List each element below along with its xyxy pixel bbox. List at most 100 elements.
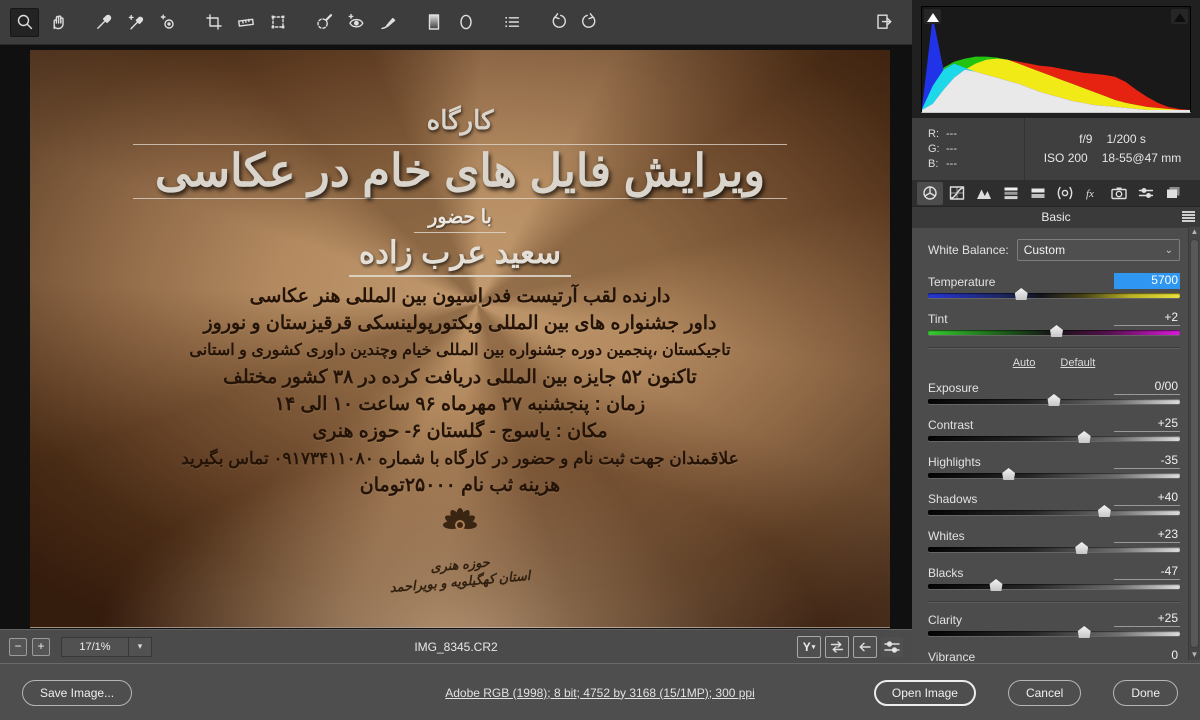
tab-tone-curve[interactable] bbox=[944, 182, 970, 205]
radial-filter-tool-icon[interactable] bbox=[452, 9, 479, 36]
tab-presets[interactable] bbox=[1133, 182, 1159, 205]
image-canvas[interactable]: کارگاه ویرایش فایل های خام در عکاسی با ح… bbox=[0, 45, 912, 630]
slider-temperature: Temperature5700 bbox=[928, 273, 1180, 298]
panel-title: Basic bbox=[912, 206, 1200, 228]
workflow-options-link[interactable]: Adobe RGB (1998); 8 bit; 4752 by 3168 (1… bbox=[445, 686, 755, 700]
clarity-slider-thumb[interactable] bbox=[1077, 626, 1091, 638]
rotate-left-tool-icon[interactable] bbox=[544, 9, 571, 36]
tab-camera-calibration[interactable] bbox=[1106, 182, 1132, 205]
poster-body-text: دارنده لقب آرتیست فدراسیون بین المللی هن… bbox=[30, 283, 890, 499]
contrast-value[interactable]: +25 bbox=[1114, 416, 1180, 432]
save-image-button[interactable]: Save Image... bbox=[22, 680, 132, 706]
shadows-value[interactable]: +40 bbox=[1114, 490, 1180, 506]
shadows-label: Shadows bbox=[928, 492, 977, 506]
zoom-out-button[interactable]: − bbox=[9, 638, 27, 656]
auto-link[interactable]: Auto bbox=[1013, 357, 1036, 369]
lens-value: 18-55@47 mm bbox=[1102, 151, 1182, 165]
done-button[interactable]: Done bbox=[1113, 680, 1178, 706]
tint-value[interactable]: +2 bbox=[1114, 310, 1180, 326]
tab-basic[interactable] bbox=[917, 182, 943, 205]
contrast-slider-thumb[interactable] bbox=[1077, 431, 1091, 443]
swap-before-after-button[interactable] bbox=[825, 636, 849, 658]
scrollbar-thumb[interactable] bbox=[1190, 239, 1199, 648]
poster-title: ویرایش فایل های خام در عکاسی bbox=[30, 147, 890, 194]
default-link[interactable]: Default bbox=[1060, 357, 1095, 369]
cancel-button[interactable]: Cancel bbox=[1008, 680, 1081, 706]
g-value: --- bbox=[946, 143, 957, 155]
blacks-value[interactable]: -47 bbox=[1114, 564, 1180, 580]
rotate-right-tool-icon[interactable] bbox=[576, 9, 603, 36]
preferences-tool-icon[interactable] bbox=[498, 9, 525, 36]
preview-mode-button[interactable]: Y▾ bbox=[797, 636, 821, 658]
zoom-in-button[interactable]: + bbox=[32, 638, 50, 656]
scroll-up-icon[interactable]: ▲ bbox=[1189, 227, 1200, 237]
tint-slider-track[interactable] bbox=[928, 330, 1180, 335]
slider-whites: Whites +23 bbox=[928, 527, 1180, 552]
shadows-slider-thumb[interactable] bbox=[1097, 505, 1111, 517]
slider-contrast: Contrast+25 bbox=[928, 416, 1180, 441]
blacks-slider-thumb[interactable] bbox=[989, 579, 1003, 591]
clarity-slider-track[interactable] bbox=[928, 631, 1180, 636]
raw-photo-preview[interactable]: کارگاه ویرایش فایل های خام در عکاسی با ح… bbox=[30, 50, 890, 628]
tab-hsl-grayscale[interactable] bbox=[998, 182, 1024, 205]
image-info-row: R:--- G:--- B:--- f/91/200 s ISO 20018-5… bbox=[912, 118, 1200, 180]
section-divider bbox=[928, 601, 1180, 603]
red-eye-tool-icon[interactable] bbox=[342, 9, 369, 36]
graduated-filter-tool-icon[interactable] bbox=[420, 9, 447, 36]
temperature-value[interactable]: 5700 bbox=[1114, 273, 1180, 289]
straighten-tool-icon[interactable] bbox=[232, 9, 259, 36]
exposure-value[interactable]: 0/00 bbox=[1114, 379, 1180, 395]
exposure-slider-thumb[interactable] bbox=[1047, 394, 1061, 406]
targeted-adjustment-tool-icon[interactable] bbox=[154, 9, 181, 36]
tab-detail[interactable] bbox=[971, 182, 997, 205]
panel-title-label: Basic bbox=[1041, 210, 1070, 224]
color-sampler-tool-icon[interactable] bbox=[122, 9, 149, 36]
white-balance-tool-icon[interactable] bbox=[90, 9, 117, 36]
scroll-down-icon[interactable]: ▼ bbox=[1189, 650, 1200, 660]
panel-menu-icon[interactable] bbox=[1182, 211, 1195, 223]
tab-effects[interactable]: fx bbox=[1079, 182, 1105, 205]
histogram bbox=[921, 6, 1191, 113]
toggle-fullscreen-icon[interactable] bbox=[870, 9, 897, 36]
temperature-slider-thumb[interactable] bbox=[1014, 288, 1028, 300]
tab-lens-corrections[interactable] bbox=[1052, 182, 1078, 205]
copy-settings-button[interactable] bbox=[853, 636, 877, 658]
b-value: --- bbox=[946, 158, 957, 170]
slider-clarity: Clarity+25 bbox=[928, 611, 1180, 636]
vibrance-value[interactable]: 0 bbox=[1114, 648, 1180, 664]
panel-scrollbar[interactable]: ▲ ▼ bbox=[1188, 227, 1200, 660]
highlights-value[interactable]: -35 bbox=[1114, 453, 1180, 469]
exposure-slider-track[interactable] bbox=[928, 399, 1180, 404]
clarity-value[interactable]: +25 bbox=[1114, 611, 1180, 627]
zoom-level-dropdown[interactable]: ▾ bbox=[129, 637, 152, 657]
crop-tool-icon[interactable] bbox=[200, 9, 227, 36]
preview-preferences-icon[interactable] bbox=[881, 637, 903, 657]
tab-split-toning[interactable] bbox=[1025, 182, 1051, 205]
white-balance-select[interactable]: Custom ⌄ bbox=[1017, 239, 1180, 261]
highlights-slider-track[interactable] bbox=[928, 473, 1180, 478]
slider-highlights: Highlights -35 bbox=[928, 453, 1180, 478]
adjustment-brush-tool-icon[interactable] bbox=[374, 9, 401, 36]
contrast-slider-track[interactable] bbox=[928, 436, 1180, 441]
blacks-slider-track[interactable] bbox=[928, 584, 1180, 589]
zoom-tool-icon[interactable] bbox=[10, 8, 39, 37]
tint-slider-thumb[interactable] bbox=[1050, 325, 1064, 337]
zoom-level-value[interactable]: 17/1% bbox=[61, 637, 129, 657]
highlights-slider-thumb[interactable] bbox=[1002, 468, 1016, 480]
highlights-label: Highlights bbox=[928, 455, 981, 469]
open-image-button[interactable]: Open Image bbox=[874, 680, 976, 706]
spot-removal-tool-icon[interactable] bbox=[310, 9, 337, 36]
whites-slider-thumb[interactable] bbox=[1075, 542, 1089, 554]
tab-snapshots[interactable] bbox=[1160, 182, 1186, 205]
slider-exposure: Exposure0/00 bbox=[928, 379, 1180, 404]
whites-label: Whites bbox=[928, 529, 965, 543]
blacks-label: Blacks bbox=[928, 566, 963, 580]
shadow-clipping-indicator[interactable] bbox=[924, 9, 941, 24]
hand-tool-icon[interactable] bbox=[44, 9, 71, 36]
temperature-slider-track[interactable] bbox=[928, 293, 1180, 298]
transform-tool-icon[interactable] bbox=[264, 9, 291, 36]
whites-slider-track[interactable] bbox=[928, 547, 1180, 552]
highlight-clipping-indicator[interactable] bbox=[1171, 9, 1188, 24]
shadows-slider-track[interactable] bbox=[928, 510, 1180, 515]
whites-value[interactable]: +23 bbox=[1114, 527, 1180, 543]
